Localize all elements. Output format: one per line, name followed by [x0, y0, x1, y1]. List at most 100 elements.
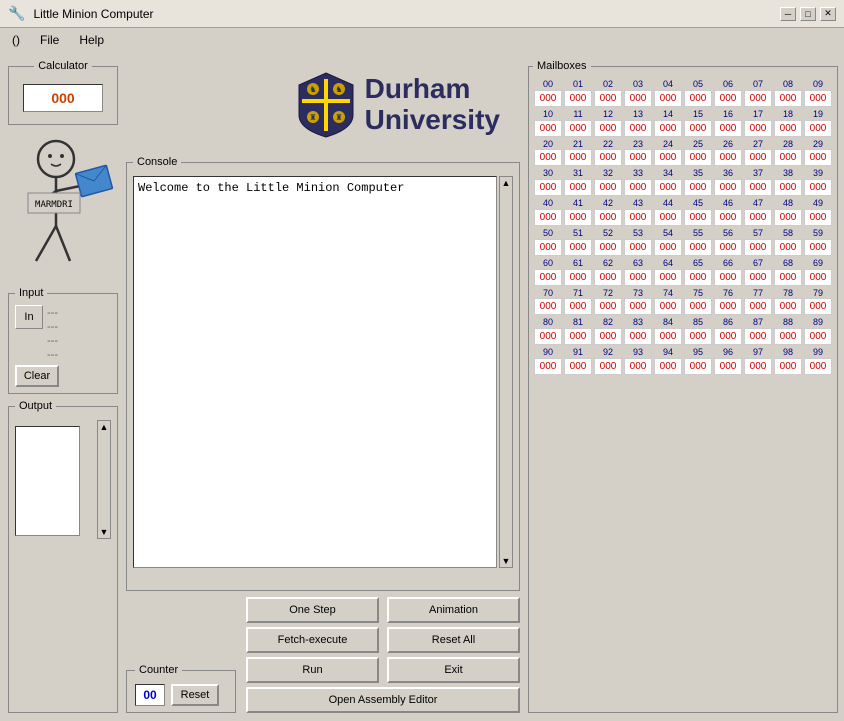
mailbox-value[interactable]: 000 [804, 328, 832, 345]
mailbox-value[interactable]: 000 [594, 239, 622, 256]
mailbox-value[interactable]: 000 [564, 358, 592, 375]
mailbox-value[interactable]: 000 [534, 179, 562, 196]
mailbox-value[interactable]: 000 [564, 209, 592, 226]
mailbox-value[interactable]: 000 [714, 90, 742, 107]
mailbox-value[interactable]: 000 [594, 90, 622, 107]
mailbox-value[interactable]: 000 [654, 298, 682, 315]
mailbox-value[interactable]: 000 [534, 209, 562, 226]
mailbox-value[interactable]: 000 [714, 328, 742, 345]
mailbox-value[interactable]: 000 [624, 209, 652, 226]
mailbox-value[interactable]: 000 [564, 328, 592, 345]
mailbox-value[interactable]: 000 [744, 239, 772, 256]
mailbox-value[interactable]: 000 [684, 239, 712, 256]
mailbox-value[interactable]: 000 [714, 149, 742, 166]
mailbox-value[interactable]: 000 [774, 239, 802, 256]
run-button[interactable]: Run [246, 657, 379, 683]
mailbox-value[interactable]: 000 [624, 149, 652, 166]
mailbox-value[interactable]: 000 [534, 328, 562, 345]
mailbox-value[interactable]: 000 [774, 358, 802, 375]
mailbox-value[interactable]: 000 [744, 269, 772, 286]
mailbox-value[interactable]: 000 [774, 328, 802, 345]
mailbox-value[interactable]: 000 [534, 149, 562, 166]
mailbox-value[interactable]: 000 [534, 239, 562, 256]
minimize-button[interactable]: ─ [780, 7, 796, 21]
reset-all-button[interactable]: Reset All [387, 627, 520, 653]
menu-parens[interactable]: () [4, 31, 28, 49]
console-scrollbar[interactable]: ▲ ▼ [499, 176, 513, 568]
mailbox-value[interactable]: 000 [654, 209, 682, 226]
menu-file[interactable]: File [32, 31, 67, 49]
mailbox-value[interactable]: 000 [684, 358, 712, 375]
mailbox-value[interactable]: 000 [744, 328, 772, 345]
mailbox-value[interactable]: 000 [714, 358, 742, 375]
mailbox-value[interactable]: 000 [744, 149, 772, 166]
mailbox-value[interactable]: 000 [774, 209, 802, 226]
mailbox-value[interactable]: 000 [684, 209, 712, 226]
mailbox-value[interactable]: 000 [564, 298, 592, 315]
mailbox-value[interactable]: 000 [744, 298, 772, 315]
clear-button[interactable]: Clear [15, 365, 59, 387]
mailbox-value[interactable]: 000 [804, 179, 832, 196]
mailbox-value[interactable]: 000 [624, 120, 652, 137]
mailbox-value[interactable]: 000 [714, 120, 742, 137]
mailbox-value[interactable]: 000 [654, 120, 682, 137]
mailbox-value[interactable]: 000 [774, 149, 802, 166]
mailbox-value[interactable]: 000 [804, 209, 832, 226]
mailbox-value[interactable]: 000 [774, 179, 802, 196]
mailbox-value[interactable]: 000 [654, 358, 682, 375]
mailbox-value[interactable]: 000 [714, 209, 742, 226]
mailbox-value[interactable]: 000 [654, 90, 682, 107]
mailbox-value[interactable]: 000 [564, 90, 592, 107]
mailbox-value[interactable]: 000 [654, 269, 682, 286]
mailbox-value[interactable]: 000 [624, 358, 652, 375]
mailbox-value[interactable]: 000 [564, 149, 592, 166]
mailbox-value[interactable]: 000 [774, 269, 802, 286]
mailbox-value[interactable]: 000 [564, 120, 592, 137]
mailbox-value[interactable]: 000 [774, 120, 802, 137]
mailbox-value[interactable]: 000 [654, 149, 682, 166]
mailbox-value[interactable]: 000 [654, 328, 682, 345]
menu-help[interactable]: Help [71, 31, 112, 49]
mailbox-value[interactable]: 000 [594, 149, 622, 166]
mailbox-value[interactable]: 000 [534, 120, 562, 137]
mailbox-value[interactable]: 000 [534, 358, 562, 375]
mailbox-value[interactable]: 000 [624, 298, 652, 315]
mailbox-value[interactable]: 000 [564, 179, 592, 196]
mailbox-value[interactable]: 000 [594, 358, 622, 375]
mailbox-value[interactable]: 000 [594, 328, 622, 345]
mailbox-value[interactable]: 000 [804, 239, 832, 256]
output-scrollbar[interactable]: ▲ ▼ [97, 420, 111, 539]
animation-button[interactable]: Animation [387, 597, 520, 623]
mailbox-value[interactable]: 000 [684, 269, 712, 286]
one-step-button[interactable]: One Step [246, 597, 379, 623]
console-textarea[interactable]: Welcome to the Little Minion Computer [133, 176, 497, 568]
reset-counter-button[interactable]: Reset [171, 684, 219, 706]
mailbox-value[interactable]: 000 [594, 209, 622, 226]
mailbox-value[interactable]: 000 [534, 298, 562, 315]
mailbox-value[interactable]: 000 [684, 179, 712, 196]
mailbox-value[interactable]: 000 [594, 179, 622, 196]
mailbox-value[interactable]: 000 [804, 149, 832, 166]
mailbox-value[interactable]: 000 [804, 269, 832, 286]
mailbox-value[interactable]: 000 [594, 298, 622, 315]
mailbox-value[interactable]: 000 [624, 179, 652, 196]
mailbox-value[interactable]: 000 [534, 269, 562, 286]
mailbox-value[interactable]: 000 [744, 358, 772, 375]
mailbox-value[interactable]: 000 [774, 298, 802, 315]
mailbox-value[interactable]: 000 [684, 298, 712, 315]
mailbox-value[interactable]: 000 [624, 90, 652, 107]
mailbox-value[interactable]: 000 [594, 120, 622, 137]
mailbox-value[interactable]: 000 [624, 239, 652, 256]
mailbox-value[interactable]: 000 [654, 179, 682, 196]
mailbox-value[interactable]: 000 [684, 149, 712, 166]
mailbox-value[interactable]: 000 [804, 90, 832, 107]
mailbox-value[interactable]: 000 [714, 179, 742, 196]
mailbox-value[interactable]: 000 [684, 90, 712, 107]
maximize-button[interactable]: □ [800, 7, 816, 21]
mailbox-value[interactable]: 000 [534, 90, 562, 107]
fetch-execute-button[interactable]: Fetch-execute [246, 627, 379, 653]
mailbox-value[interactable]: 000 [744, 179, 772, 196]
mailbox-value[interactable]: 000 [684, 328, 712, 345]
mailbox-value[interactable]: 000 [804, 358, 832, 375]
mailbox-value[interactable]: 000 [744, 90, 772, 107]
